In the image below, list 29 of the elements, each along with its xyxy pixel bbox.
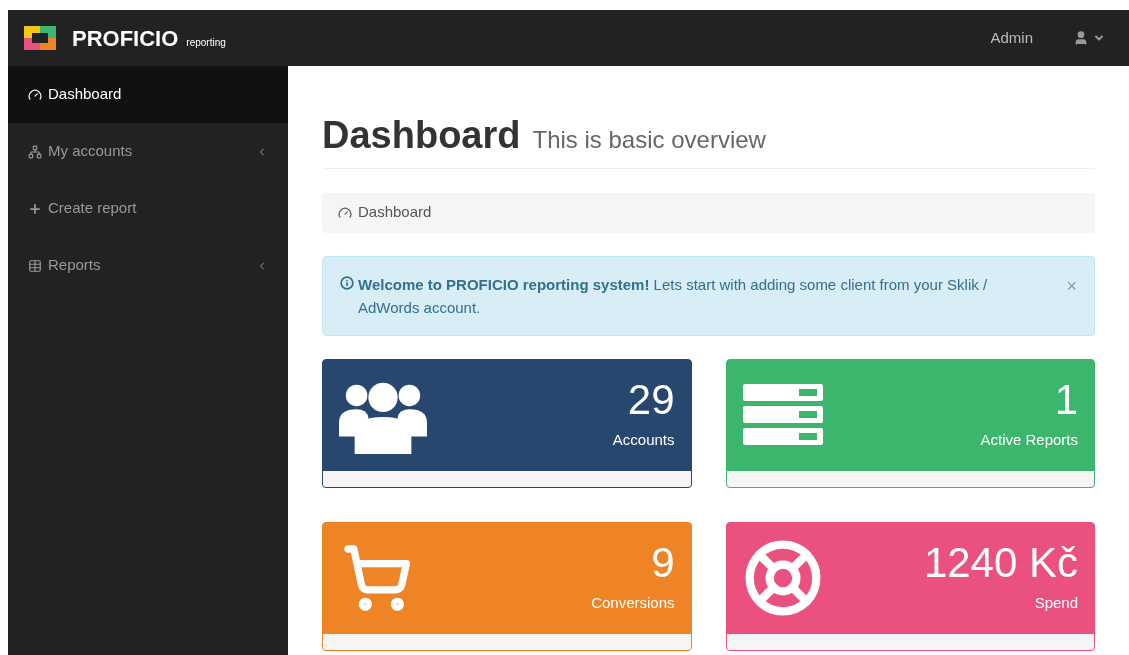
gauge-icon — [338, 205, 352, 220]
page-title: Dashboard — [322, 113, 521, 158]
sidebar-item[interactable]: Create report — [8, 180, 288, 237]
stat-label: Active Reports — [980, 429, 1078, 450]
brand-name[interactable]: PROFICIO — [72, 21, 179, 55]
sitemap-icon — [28, 144, 42, 159]
list-icon — [742, 384, 823, 446]
sidebar-item[interactable]: My accounts — [8, 123, 288, 180]
stat-label: Spend — [1034, 592, 1078, 613]
gauge-icon — [28, 87, 42, 102]
page-subtitle: This is basic overview — [532, 125, 766, 155]
logo-icon — [24, 26, 56, 50]
sidebar-item[interactable]: Reports — [8, 237, 288, 294]
plus-icon — [28, 201, 42, 216]
stat-value: 1240 Kč — [923, 541, 1078, 584]
alert-message: Welcome to PROFICIO reporting system! Lets start with adding some client from your Sklik / AdWords account. — [358, 274, 989, 318]
breadcrumb-item[interactable]: Dashboard — [358, 201, 432, 224]
user-name[interactable]: Admin — [990, 26, 1033, 50]
stat-value: 9 — [651, 541, 675, 584]
stat-value: 29 — [627, 378, 675, 421]
info-icon — [340, 275, 354, 290]
table-icon — [28, 258, 42, 273]
brand-subtitle: reporting — [186, 35, 226, 50]
stat-value: 1 — [1054, 378, 1078, 421]
stat-label: Accounts — [612, 429, 675, 450]
user-icon — [1073, 30, 1089, 46]
user-menu-button[interactable] — [1073, 30, 1105, 46]
sidebar-item[interactable]: Dashboard — [8, 66, 288, 123]
stat-label: Conversions — [591, 592, 675, 613]
